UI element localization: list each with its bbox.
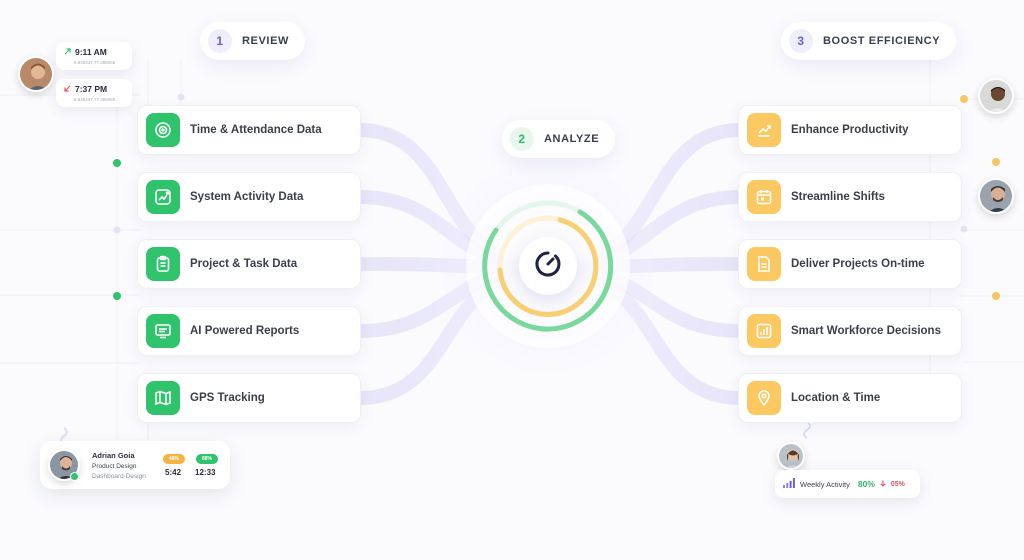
step-label: BOOST EFFICIENCY [823,35,941,47]
clock-in-coordinates: 8.646447,77.385065 [74,60,116,65]
profile-name: Adrian Goia [92,451,135,460]
timer-icon [533,249,563,284]
clock-out-arrow-icon [64,84,71,94]
clock-in-time: 9:11 AM [75,47,107,57]
target-icon [146,113,180,147]
monitor-icon [146,314,180,348]
data-source-card-time-attendance: Time & Attendance Data [137,105,361,155]
data-source-card-system-activity: System Activity Data [137,172,361,222]
outcome-card-streamline-shifts: Streamline Shifts [738,172,962,222]
outcome-label: Streamline Shifts [791,191,885,203]
data-source-card-gps-tracking: GPS Tracking [137,373,361,423]
clock-in-arrow-icon [64,47,71,57]
map-icon [146,381,180,415]
step-label: REVIEW [242,35,289,47]
data-source-label: System Activity Data [190,191,304,203]
profile-role: Product Design [92,463,137,470]
workflow-infographic: 1 REVIEW 2 ANALYZE 3 BOOST EFFICIENCY Ti… [0,0,1024,560]
avatar [978,178,1014,214]
profile-task: Dashboard Design [92,473,146,480]
step-analyze: 2 ANALYZE [502,120,616,158]
weekly-activity-change: 05% [890,480,905,488]
clock-out-coordinates: 8.646447,77.385065 [74,97,116,102]
step-review: 1 REVIEW [200,22,305,60]
weekly-activity-value: 80% [857,479,875,489]
stat-value: 5:42 [165,468,182,477]
step-number: 1 [208,29,232,53]
outcome-label: Location & Time [791,392,881,404]
location-pin-icon [747,381,781,415]
growth-chart-icon [747,113,781,147]
data-source-label: GPS Tracking [190,392,265,404]
step-label: ANALYZE [544,133,600,145]
step-boost-efficiency: 3 BOOST EFFICIENCY [781,22,957,60]
avatar [978,78,1014,114]
outcome-label: Enhance Productivity [791,124,909,136]
data-source-card-ai-reports: AI Powered Reports [137,306,361,356]
stat-value: 12:33 [195,468,216,477]
data-source-label: Project & Task Data [190,258,298,270]
employee-profile-card: Adrian Goia Product Design Dashboard Des… [40,441,230,489]
step-number: 3 [789,29,813,53]
avatar [777,442,805,470]
clock-out-entry: 7:37 PM 8.646447,77.385065 [56,79,132,107]
weekly-activity-card: Weekly Activity 80% 05% [775,470,920,498]
outcome-card-deliver-projects: Deliver Projects On-time [738,239,962,289]
data-source-label: AI Powered Reports [190,325,300,337]
activity-chart-icon [146,180,180,214]
avatar [18,56,54,92]
clock-in-entry: 9:11 AM 8.646447,77.385065 [56,42,132,70]
stat-badge: 48% [163,454,185,464]
stat-badge: 88% [196,454,218,464]
step-number: 2 [510,127,534,151]
outcome-label: Smart Workforce Decisions [791,325,941,337]
clipboard-icon [146,247,180,281]
outcome-card-enhance-productivity: Enhance Productivity [738,105,962,155]
calendar-icon [747,180,781,214]
bar-chart-icon [747,314,781,348]
document-icon [747,247,781,281]
outcome-label: Deliver Projects On-time [791,258,925,270]
outcome-card-location-time: Location & Time [738,373,962,423]
online-status-dot [70,472,79,481]
weekly-activity-label: Weekly Activity [800,479,850,489]
outcome-card-smart-workforce: Smart Workforce Decisions [738,306,962,356]
signal-bars-icon [783,478,795,490]
data-source-card-project-task: Project & Task Data [137,239,361,289]
data-source-label: Time & Attendance Data [190,124,322,136]
analyze-timer [519,237,577,295]
down-arrow-icon [880,480,886,489]
clock-out-time: 7:37 PM [75,84,108,94]
